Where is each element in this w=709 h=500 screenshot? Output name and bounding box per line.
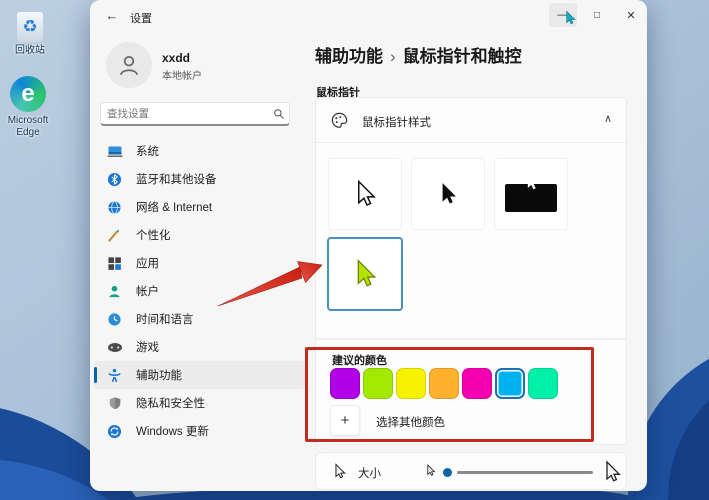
small-cursor-icon bbox=[424, 464, 437, 477]
pointer-size-card: 大小 bbox=[315, 452, 627, 490]
sidebar-item-label: 时间和语言 bbox=[136, 311, 194, 327]
apps-icon bbox=[106, 255, 123, 272]
sidebar-item-privacy[interactable]: 隐私和安全性 bbox=[94, 389, 308, 417]
cursor-icon bbox=[331, 463, 348, 480]
close-button[interactable]: ✕ bbox=[617, 3, 645, 27]
pointer-style-card[interactable]: 鼠标指针样式 ∧ bbox=[315, 97, 627, 143]
search-icon bbox=[269, 108, 289, 120]
pointer-option-black[interactable] bbox=[411, 158, 485, 230]
update-icon bbox=[106, 423, 123, 440]
gaming-icon bbox=[106, 339, 123, 356]
sidebar-item-network[interactable]: 网络 & Internet bbox=[94, 193, 308, 221]
large-cursor-icon bbox=[600, 460, 624, 484]
sidebar-item-label: Windows 更新 bbox=[136, 423, 209, 439]
back-button[interactable]: ← bbox=[102, 8, 122, 26]
sidebar-item-label: 隐私和安全性 bbox=[136, 395, 205, 411]
sidebar-item-bluetooth[interactable]: 蓝牙和其他设备 bbox=[94, 165, 308, 193]
recycle-bin-icon: ♻ bbox=[17, 12, 43, 42]
user-account-type: 本地帐户 bbox=[162, 67, 202, 82]
window-title: 设置 bbox=[130, 10, 152, 26]
system-icon bbox=[106, 143, 123, 160]
maximize-button[interactable]: □ bbox=[583, 3, 611, 27]
search-input[interactable] bbox=[101, 108, 269, 120]
avatar[interactable] bbox=[106, 42, 152, 88]
annotation-red-box bbox=[305, 347, 594, 442]
sidebar-item-label: 蓝牙和其他设备 bbox=[136, 171, 217, 187]
black-cursor-icon bbox=[435, 181, 461, 207]
breadcrumb-parent[interactable]: 辅助功能 bbox=[315, 47, 383, 66]
sidebar-item-gaming[interactable]: 游戏 bbox=[94, 333, 308, 361]
size-slider-track[interactable] bbox=[457, 471, 593, 474]
pointer-style-options bbox=[315, 143, 627, 339]
search-box[interactable] bbox=[100, 102, 290, 126]
sidebar-item-label: 辅助功能 bbox=[136, 367, 182, 383]
pointer-style-title: 鼠标指针样式 bbox=[362, 114, 431, 130]
sidebar-item-update[interactable]: Windows 更新 bbox=[94, 417, 308, 445]
sidebar-item-personalization[interactable]: 个性化 bbox=[94, 221, 308, 249]
titlebar: ← 设置 — □ ✕ bbox=[90, 0, 647, 34]
chevron-up-icon[interactable]: ∧ bbox=[604, 112, 612, 125]
breadcrumb: 辅助功能›鼠标指针和触控 bbox=[315, 42, 522, 67]
accounts-icon bbox=[106, 283, 123, 300]
sidebar-item-label: 游戏 bbox=[136, 339, 159, 355]
time-icon bbox=[106, 311, 123, 328]
pointer-option-custom-selected[interactable] bbox=[327, 237, 403, 311]
accessibility-icon bbox=[106, 367, 123, 384]
user-name: xxdd bbox=[162, 51, 190, 65]
annotation-red-arrow bbox=[216, 256, 328, 310]
network-icon bbox=[106, 199, 123, 216]
desktop: ♻ 回收站 e Microsoft Edge ← 设置 — □ ✕ xxdd 本… bbox=[0, 0, 709, 500]
breadcrumb-separator: › bbox=[383, 47, 403, 66]
sidebar-item-label: 网络 & Internet bbox=[136, 199, 212, 215]
desktop-icon-microsoft-edge[interactable]: e Microsoft Edge bbox=[0, 76, 63, 138]
sidebar-item-label: 帐户 bbox=[136, 283, 159, 299]
edge-icon: e bbox=[10, 76, 46, 112]
sidebar-item-label: 应用 bbox=[136, 255, 159, 271]
sidebar-item-system[interactable]: 系统 bbox=[94, 137, 308, 165]
size-slider-thumb[interactable] bbox=[443, 468, 452, 477]
pointer-style-icon bbox=[330, 111, 349, 130]
inverted-cursor-icon bbox=[505, 184, 557, 212]
white-cursor-icon bbox=[350, 179, 380, 209]
sidebar-item-label: 系统 bbox=[136, 143, 159, 159]
green-cursor-icon bbox=[349, 258, 381, 290]
size-label: 大小 bbox=[358, 465, 381, 481]
personalization-icon bbox=[106, 227, 123, 244]
page-title: 鼠标指针和触控 bbox=[403, 47, 522, 66]
person-icon bbox=[116, 52, 142, 78]
bluetooth-icon bbox=[106, 171, 123, 188]
sidebar-item-accessibility[interactable]: 辅助功能 bbox=[94, 361, 308, 389]
privacy-icon bbox=[106, 395, 123, 412]
pointer-option-white[interactable] bbox=[328, 158, 402, 230]
pointer-option-inverted[interactable] bbox=[494, 158, 568, 230]
desktop-icon-label: 回收站 bbox=[0, 45, 65, 57]
mouse-cursor-icon bbox=[562, 10, 578, 26]
desktop-icon-label: Microsoft Edge bbox=[0, 115, 57, 138]
desktop-icon-recycle-bin[interactable]: ♻ 回收站 bbox=[0, 12, 65, 57]
sidebar-item-label: 个性化 bbox=[136, 227, 171, 243]
